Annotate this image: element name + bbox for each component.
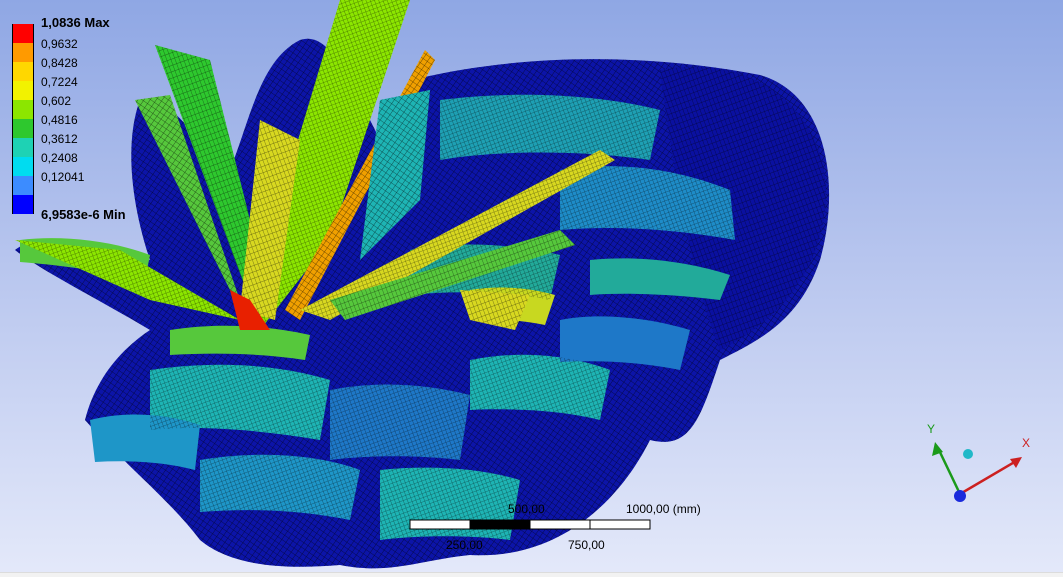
scale-label-500: 500,00 bbox=[508, 502, 545, 516]
legend-label: 0,7224 bbox=[41, 75, 78, 89]
legend-swatch bbox=[12, 81, 34, 100]
legend-swatch bbox=[12, 24, 34, 43]
scale-label-750: 750,00 bbox=[568, 538, 605, 552]
legend-swatch bbox=[12, 62, 34, 81]
legend-swatch bbox=[12, 138, 34, 157]
scale-bar bbox=[409, 519, 651, 530]
triad-graphic bbox=[932, 442, 1022, 502]
legend-label: 0,4816 bbox=[41, 113, 78, 127]
legend-label: 0,9632 bbox=[41, 37, 78, 51]
legend-swatch bbox=[12, 43, 34, 62]
legend-swatch bbox=[12, 176, 34, 195]
legend-label: 0,3612 bbox=[41, 132, 78, 146]
legend-swatch bbox=[12, 100, 34, 119]
x-axis-label: X bbox=[1022, 436, 1031, 450]
coordinate-triad[interactable]: X Y bbox=[918, 420, 1048, 520]
legend-label: 0,8428 bbox=[41, 56, 78, 70]
legend-label: 0,12041 bbox=[41, 170, 85, 184]
y-axis-label: Y bbox=[927, 422, 936, 436]
legend-swatch bbox=[12, 157, 34, 176]
legend-label: 0,602 bbox=[41, 94, 72, 108]
scale-label-250: 250,00 bbox=[446, 538, 483, 552]
legend-swatch bbox=[12, 195, 34, 214]
deformed-model[interactable] bbox=[0, 0, 1063, 577]
graphics-viewport[interactable]: 1,0836 Max 0,9632 0,8428 0,7224 0,602 0,… bbox=[0, 0, 1063, 577]
legend-swatch bbox=[12, 119, 34, 138]
status-strip bbox=[0, 572, 1063, 577]
legend-label: 0,2408 bbox=[41, 151, 78, 165]
legend-max-label: 1,0836 Max bbox=[41, 15, 110, 30]
legend-min-label: 6,9583e-6 Min bbox=[41, 207, 126, 222]
scale-label-1000: 1000,00 (mm) bbox=[626, 502, 701, 516]
